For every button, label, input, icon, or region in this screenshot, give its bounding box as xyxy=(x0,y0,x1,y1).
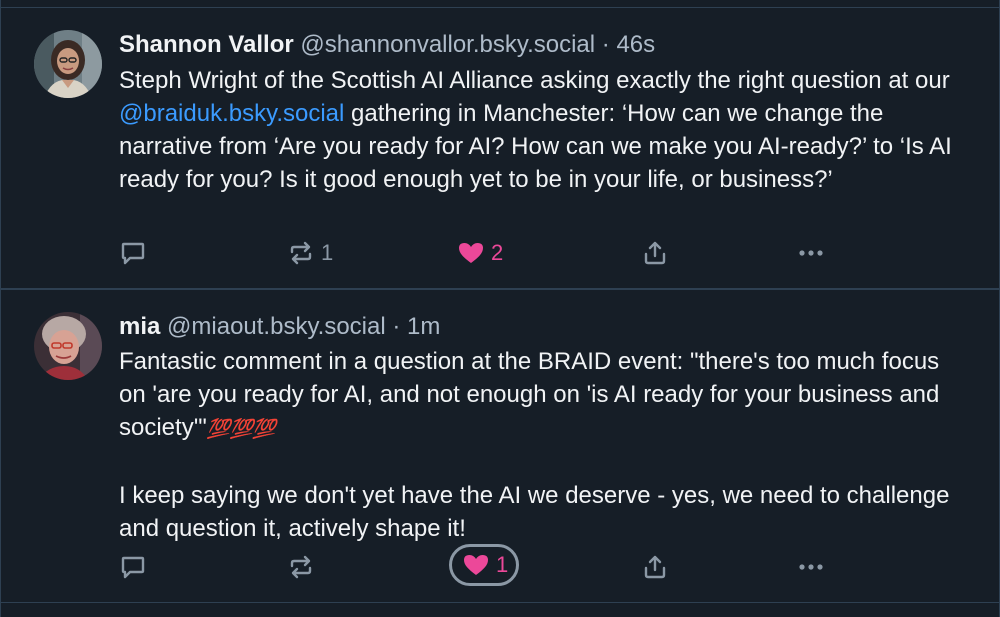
share-button[interactable] xyxy=(641,550,669,584)
post-feed: Shannon Vallor @shannonvallor.bsky.socia… xyxy=(0,0,1000,617)
post[interactable]: mia @miaout.bsky.social · 1m Fantastic c… xyxy=(1,290,999,602)
post-text-part: Steph Wright of the Scottish AI Alliance… xyxy=(119,67,957,94)
author-name[interactable]: Shannon Vallor xyxy=(119,31,294,58)
post-text: Fantastic comment in a question at the B… xyxy=(119,345,969,545)
share-icon xyxy=(641,553,669,581)
heart-icon xyxy=(457,239,485,267)
author-handle[interactable]: @miaout.bsky.social xyxy=(167,313,386,340)
reply-icon xyxy=(119,239,147,267)
like-count: 2 xyxy=(491,240,504,265)
repost-count: 1 xyxy=(321,240,334,265)
post-text: Steph Wright of the Scottish AI Alliance… xyxy=(119,64,969,196)
post-text-part: I keep saying we don't yet have the AI w… xyxy=(119,482,957,542)
post-time[interactable]: 46s xyxy=(616,31,655,58)
heart-icon xyxy=(462,551,490,579)
repost-icon xyxy=(287,239,315,267)
reply-button[interactable] xyxy=(119,236,147,270)
post-time[interactable]: 1m xyxy=(407,313,440,340)
more-icon xyxy=(797,553,825,581)
like-count: 1 xyxy=(496,552,509,577)
post[interactable]: Shannon Vallor @shannonvallor.bsky.socia… xyxy=(1,8,999,289)
like-button[interactable]: 1 xyxy=(449,544,520,586)
separator-dot: · xyxy=(385,313,408,340)
post-divider xyxy=(1,602,999,603)
hundred-points-emoji: 💯💯💯 xyxy=(206,419,276,440)
mention-link[interactable]: @braiduk.bsky.social xyxy=(119,100,344,127)
more-options-button[interactable] xyxy=(797,550,825,584)
like-button[interactable]: 2 xyxy=(457,236,503,270)
author-handle[interactable]: @shannonvallor.bsky.social xyxy=(300,31,595,58)
avatar[interactable] xyxy=(34,30,102,98)
more-icon xyxy=(797,239,825,267)
repost-icon xyxy=(287,553,315,581)
post-header: Shannon Vallor @shannonvallor.bsky.socia… xyxy=(119,30,655,60)
post-header: mia @miaout.bsky.social · 1m xyxy=(119,312,440,342)
post-actions: 1 xyxy=(119,544,831,586)
repost-button[interactable] xyxy=(287,550,321,584)
reply-button[interactable] xyxy=(119,550,147,584)
share-button[interactable] xyxy=(641,236,669,270)
avatar[interactable] xyxy=(34,312,102,380)
repost-button[interactable]: 1 xyxy=(287,236,333,270)
separator-dot: · xyxy=(595,31,617,58)
more-options-button[interactable] xyxy=(797,236,825,270)
post-actions: 1 2 xyxy=(119,236,831,270)
reply-icon xyxy=(119,553,147,581)
share-icon xyxy=(641,239,669,267)
author-name[interactable]: mia xyxy=(119,313,160,340)
